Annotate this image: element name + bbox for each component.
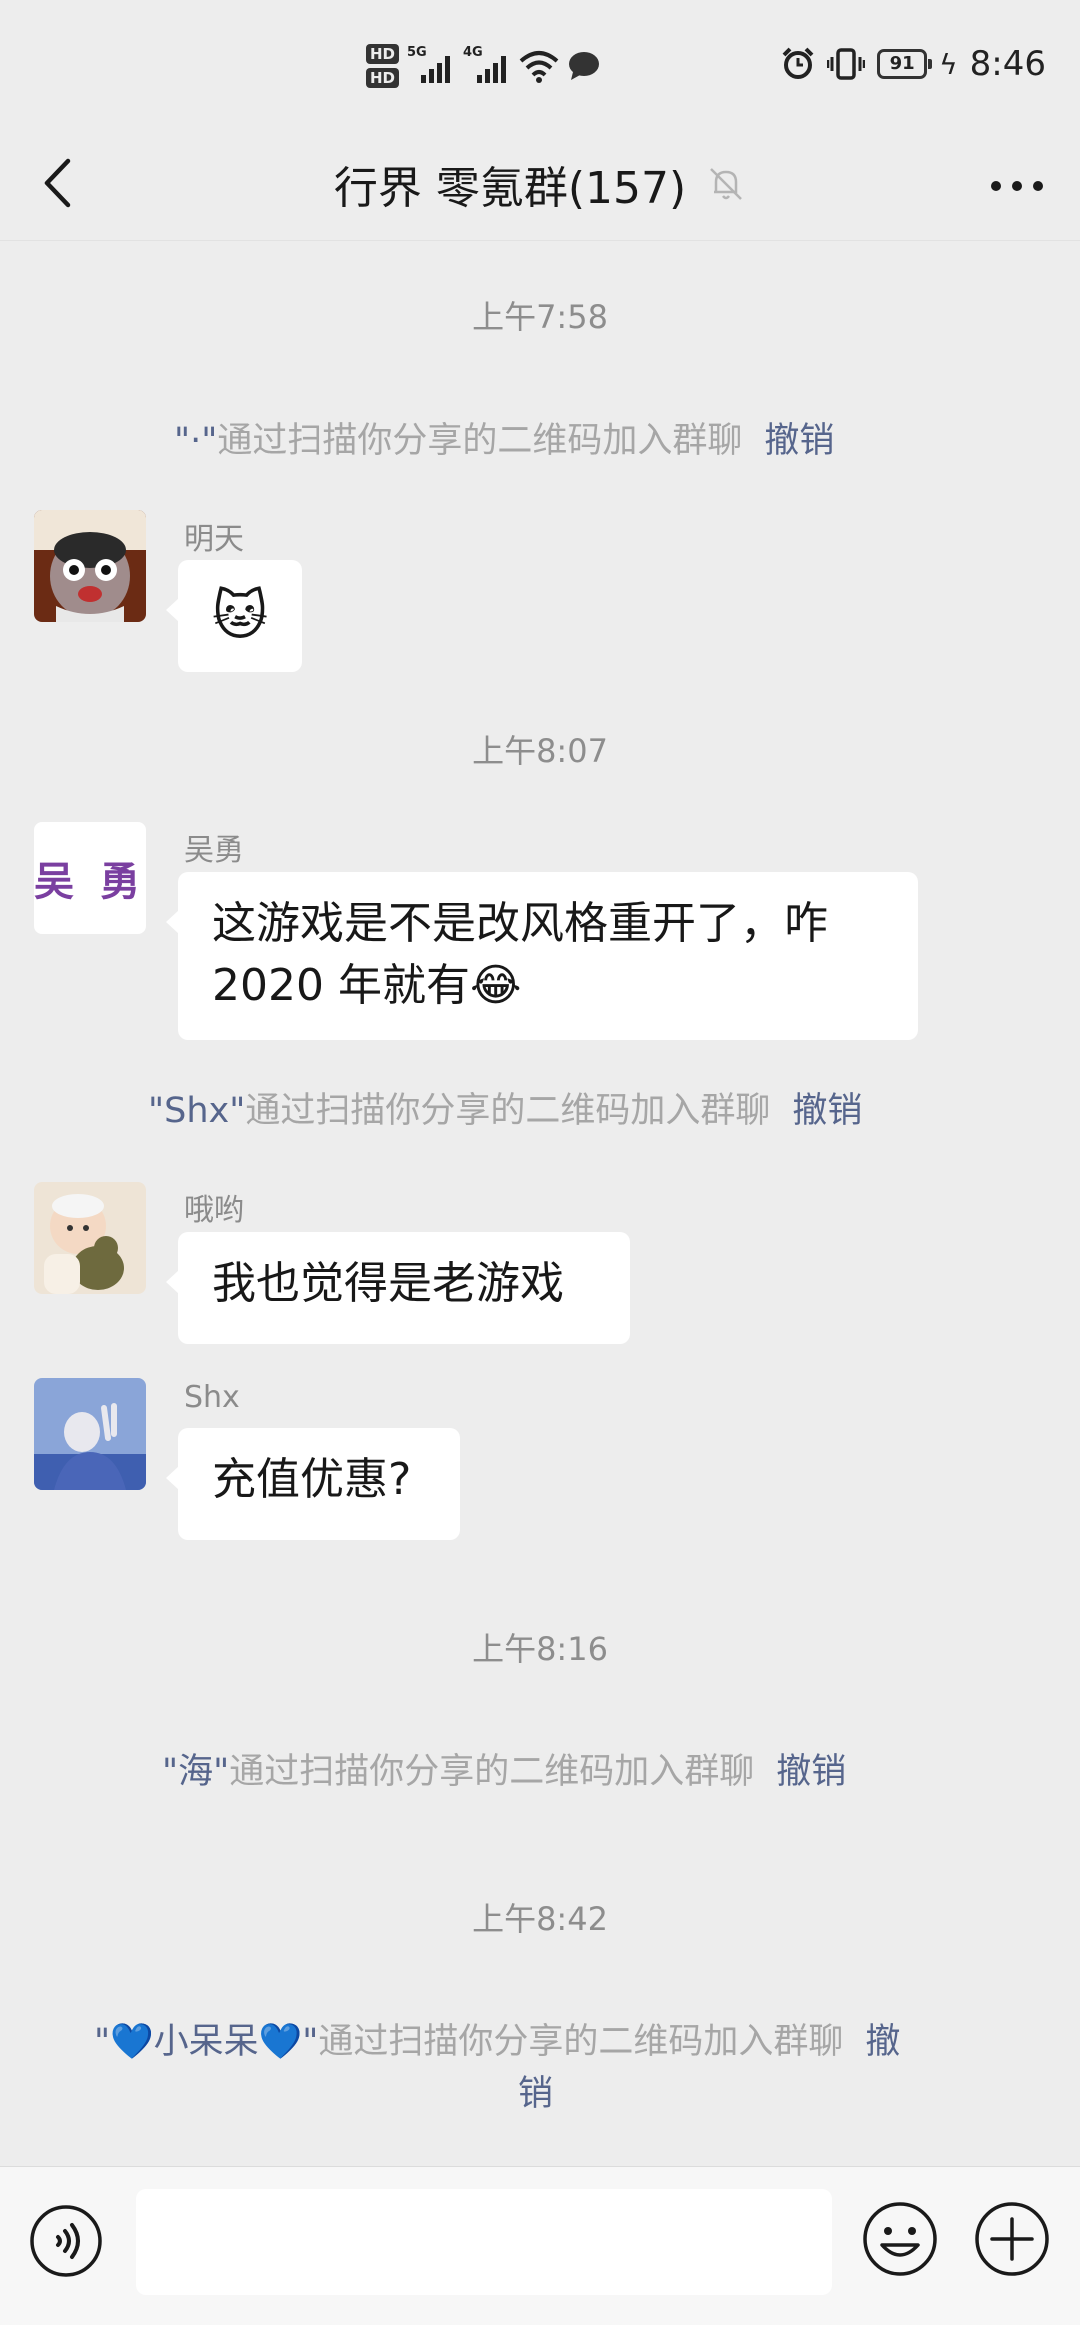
- wifi-icon: [519, 51, 559, 83]
- avatar-text: 吴 勇: [34, 859, 146, 905]
- message-text: 2020 年就有: [212, 960, 470, 1011]
- system-message: "海"通过扫描你分享的二维码加入群聊 撤销: [162, 1746, 846, 1798]
- system-message: "Shx"通过扫描你分享的二维码加入群聊 撤销: [148, 1085, 862, 1137]
- signal-icon: 5G: [407, 45, 455, 83]
- status-bar: HD HD 5G 4G 91 ϟ 8:46: [0, 0, 1080, 128]
- emoji-button[interactable]: [860, 2199, 940, 2279]
- message-bubble[interactable]: 我也觉得是老游戏: [166, 1232, 630, 1344]
- timestamp: 上午8:16: [472, 1630, 608, 1668]
- undo-link-continued[interactable]: 销: [518, 2068, 553, 2120]
- plus-button[interactable]: [972, 2199, 1052, 2279]
- message-text: 充值优惠?: [212, 1454, 412, 1505]
- system-message: "·"通过扫描你分享的二维码加入群聊 撤销: [174, 415, 834, 467]
- system-text: 通过扫描你分享的二维码加入群聊: [245, 1091, 771, 1131]
- vibrate-icon: [827, 48, 866, 80]
- status-time: 8:46: [969, 44, 1046, 84]
- chat-header: 行界 零氪群(157): [0, 128, 1080, 241]
- hd-badge-2: HD: [366, 68, 400, 88]
- input-bar: [0, 2166, 1080, 2325]
- network-type-1: 5G: [407, 45, 427, 60]
- cat-sticker: 🐱: [211, 584, 269, 647]
- signal-icon-2: 4G: [463, 45, 511, 83]
- undo-link[interactable]: 撤销: [776, 1752, 846, 1792]
- undo-link[interactable]: 撤销: [764, 421, 834, 461]
- join-user-name[interactable]: "Shx": [148, 1091, 245, 1131]
- system-text: 通过扫描你分享的二维码加入群聊: [318, 2022, 844, 2062]
- message-input[interactable]: [136, 2189, 832, 2295]
- title-area: 行界 零氪群(157): [0, 144, 1080, 224]
- sticker-bubble[interactable]: 🐱: [166, 560, 302, 672]
- message-line-1: 这游戏是不是改风格重开了，咋: [212, 898, 828, 949]
- chat-title: 行界 零氪群(157): [333, 163, 687, 214]
- mute-bell-icon: [710, 168, 743, 200]
- voice-icon: [30, 2205, 102, 2277]
- timestamp: 上午8:07: [472, 732, 608, 770]
- more-icon: [991, 181, 1043, 191]
- sender-name: Shx: [184, 1380, 240, 1415]
- timestamp: 上午7:58: [472, 298, 608, 336]
- join-user-name[interactable]: "海": [162, 1752, 229, 1792]
- message-text: 我也觉得是老游戏: [212, 1258, 564, 1309]
- sender-name: 明天: [184, 522, 244, 557]
- hd-badges: HD HD: [366, 44, 400, 88]
- voice-button[interactable]: [28, 2203, 104, 2279]
- more-button[interactable]: [984, 156, 1050, 216]
- avatar-wuyong[interactable]: 吴 勇: [34, 822, 146, 934]
- avatar-mingtian[interactable]: [34, 510, 146, 622]
- network-indicators: HD HD 5G 4G: [366, 36, 601, 96]
- battery-icon: 91: [877, 49, 933, 79]
- system-message: "💙小呆呆💙"通过扫描你分享的二维码加入群聊撤: [94, 2016, 900, 2068]
- message-bubble[interactable]: 充值优惠?: [166, 1428, 460, 1540]
- timestamp: 上午8:42: [472, 1900, 608, 1938]
- message-bubble[interactable]: 这游戏是不是改风格重开了，咋 2020 年就有😂: [166, 872, 918, 1040]
- undo-link-tail[interactable]: 销: [518, 2074, 553, 2114]
- charging-icon: ϟ: [939, 47, 958, 81]
- system-text: 通过扫描你分享的二维码加入群聊: [229, 1752, 755, 1792]
- avatar-oyo[interactable]: [34, 1182, 146, 1294]
- network-type-2: 4G: [463, 45, 483, 60]
- emoji-icon: [863, 2202, 937, 2276]
- status-right: 91 ϟ 8:46: [781, 42, 1046, 86]
- laughing-emoji: 😂: [469, 960, 522, 1011]
- chat-icon: [569, 52, 600, 80]
- undo-link[interactable]: 撤: [865, 2022, 900, 2062]
- join-user-name[interactable]: "·": [174, 421, 217, 461]
- avatar-shx[interactable]: [34, 1378, 146, 1490]
- undo-link[interactable]: 撤销: [792, 1091, 862, 1131]
- system-text: 通过扫描你分享的二维码加入群聊: [217, 421, 743, 461]
- sender-name: 吴勇: [184, 833, 244, 868]
- hd-badge-1: HD: [366, 44, 400, 64]
- join-user-name[interactable]: "💙小呆呆💙": [94, 2022, 318, 2062]
- plus-icon: [975, 2202, 1049, 2276]
- message-line-2: 2020 年就有😂: [212, 955, 884, 1017]
- sender-name: 哦哟: [184, 1193, 244, 1228]
- alarm-icon: [782, 47, 814, 79]
